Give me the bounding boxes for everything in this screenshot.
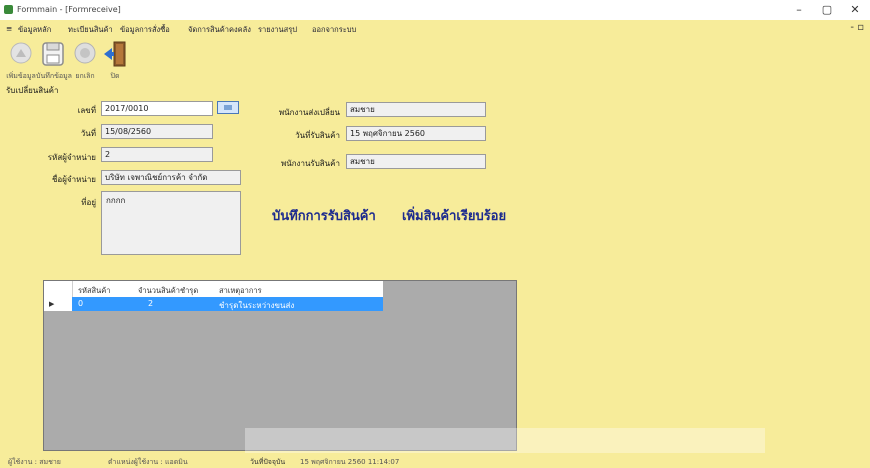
receiver-field[interactable]: สมชาย — [346, 154, 486, 169]
status-date-label: วันที่ปัจจุบัน — [250, 458, 286, 466]
date-field[interactable]: 15/08/2560 — [101, 124, 213, 139]
order-officer-label: พนักงานส่งเปลี่ยน — [278, 108, 340, 117]
status-user: ผู้ใช้งาน : สมชาย — [8, 458, 61, 466]
supplier-name-field[interactable]: บริษัท เจพาณิชย์การค้า จำกัด — [101, 170, 241, 185]
cell-code[interactable]: 0 — [78, 299, 83, 308]
supplier-code-label: รหัสผู้จำหน่าย — [47, 153, 96, 162]
exit-button-label: ปิด — [110, 72, 120, 80]
mdi-controls[interactable]: - ▫ — [850, 22, 864, 33]
menu-item-products[interactable]: ทะเบียนสินค้า — [68, 24, 113, 36]
note-field[interactable]: กกกก — [101, 191, 241, 255]
receive-items-grid[interactable]: รหัสสินค้า จำนวนสินค้าชำรุด สาเหตุอาการ … — [43, 280, 517, 451]
grid-header: รหัสสินค้า จำนวนสินค้าชำรุด สาเหตุอาการ — [44, 281, 383, 298]
menu-item-reports[interactable]: รายงานสรุป — [258, 24, 297, 36]
status-bar: ผู้ใช้งาน : สมชาย ตำแหน่งผู้ใช้งาน : แอด… — [0, 453, 870, 467]
supplier-name-label: ชื่อผู้จำหน่าย — [51, 175, 96, 184]
cancel-button-label: ยกเลิก — [75, 72, 95, 80]
row-header[interactable]: ▶ — [44, 297, 73, 311]
menu-item-inventory[interactable]: จัดการสินค้าคงคลัง — [188, 24, 251, 36]
section-title: รับเปลี่ยนสินค้า — [6, 86, 59, 95]
menu-item-logout[interactable]: ออกจากระบบ — [312, 24, 356, 36]
close-button[interactable]: ✕ — [843, 3, 867, 17]
exit-button[interactable]: ปิด — [98, 38, 132, 84]
save-button-label: บันทึกข้อมูล — [36, 72, 72, 80]
add-product-link[interactable]: เพิ่มสินค้าเรียบร้อย — [402, 205, 506, 226]
add-button[interactable]: เพิ่มข้อมูล — [4, 38, 38, 84]
cancel-icon — [74, 42, 96, 64]
column-header-qty[interactable]: จำนวนสินค้าชำรุด — [138, 285, 198, 297]
exit-door-icon — [104, 41, 126, 67]
doc-no-field[interactable]: 2017/0010 — [101, 101, 213, 116]
column-header-reason[interactable]: สาเหตุอาการ — [219, 285, 262, 297]
status-role: ตำแหน่งผู้ใช้งาน : แอดมิน — [108, 458, 188, 466]
date-label: วันที่ — [80, 129, 96, 138]
status-datetime: 15 พฤศจิกายน 2560 11:14:07 — [300, 458, 400, 466]
doc-no-label: เลขที่ — [77, 106, 96, 115]
add-icon — [10, 42, 32, 64]
menu-app-icon: ≡ — [6, 24, 13, 33]
receive-date-field[interactable]: 15 พฤศจิกายน 2560 — [346, 126, 486, 141]
save-receive-link[interactable]: บันทึกการรับสินค้า — [272, 205, 376, 226]
menu-item-master[interactable]: ข้อมูลหลัก — [18, 24, 51, 36]
app-icon — [4, 5, 13, 14]
grid-corner-cell — [44, 281, 73, 297]
table-row[interactable]: ▶ 0 2 ชำรุดในระหว่างขนส่ง — [44, 297, 383, 311]
cell-reason[interactable]: ชำรุดในระหว่างขนส่ง — [219, 299, 294, 312]
row-pointer-icon: ▶ — [49, 300, 55, 308]
supplier-code-field[interactable]: 2 — [101, 147, 213, 162]
save-button[interactable]: บันทึกข้อมูล — [36, 38, 72, 84]
receive-date-label: วันที่รับสินค้า — [295, 131, 340, 140]
add-button-label: เพิ่มข้อมูล — [6, 72, 36, 80]
column-header-code[interactable]: รหัสสินค้า — [78, 285, 110, 297]
order-officer-field[interactable]: สมชาย — [346, 102, 486, 117]
cancel-button[interactable]: ยกเลิก — [68, 38, 102, 84]
note-label: ที่อยู่ — [81, 198, 96, 207]
menu-item-orders[interactable]: ข้อมูลการสั่งซื้อ — [120, 24, 170, 36]
maximize-button[interactable]: ▢ — [815, 3, 839, 17]
receiver-label: พนักงานรับสินค้า — [280, 159, 340, 168]
menu-bar: ≡ ข้อมูลหลัก ทะเบียนสินค้า ข้อมูลการสั่ง… — [0, 20, 870, 38]
minimize-button[interactable]: – — [787, 3, 811, 17]
save-icon — [42, 42, 64, 66]
doc-no-lookup-button[interactable] — [217, 101, 239, 114]
title-bar: Formmain - [Formreceive] – ▢ ✕ — [0, 0, 870, 20]
window-title: Formmain - [Formreceive] — [17, 5, 121, 14]
cell-qty[interactable]: 2 — [148, 299, 153, 308]
